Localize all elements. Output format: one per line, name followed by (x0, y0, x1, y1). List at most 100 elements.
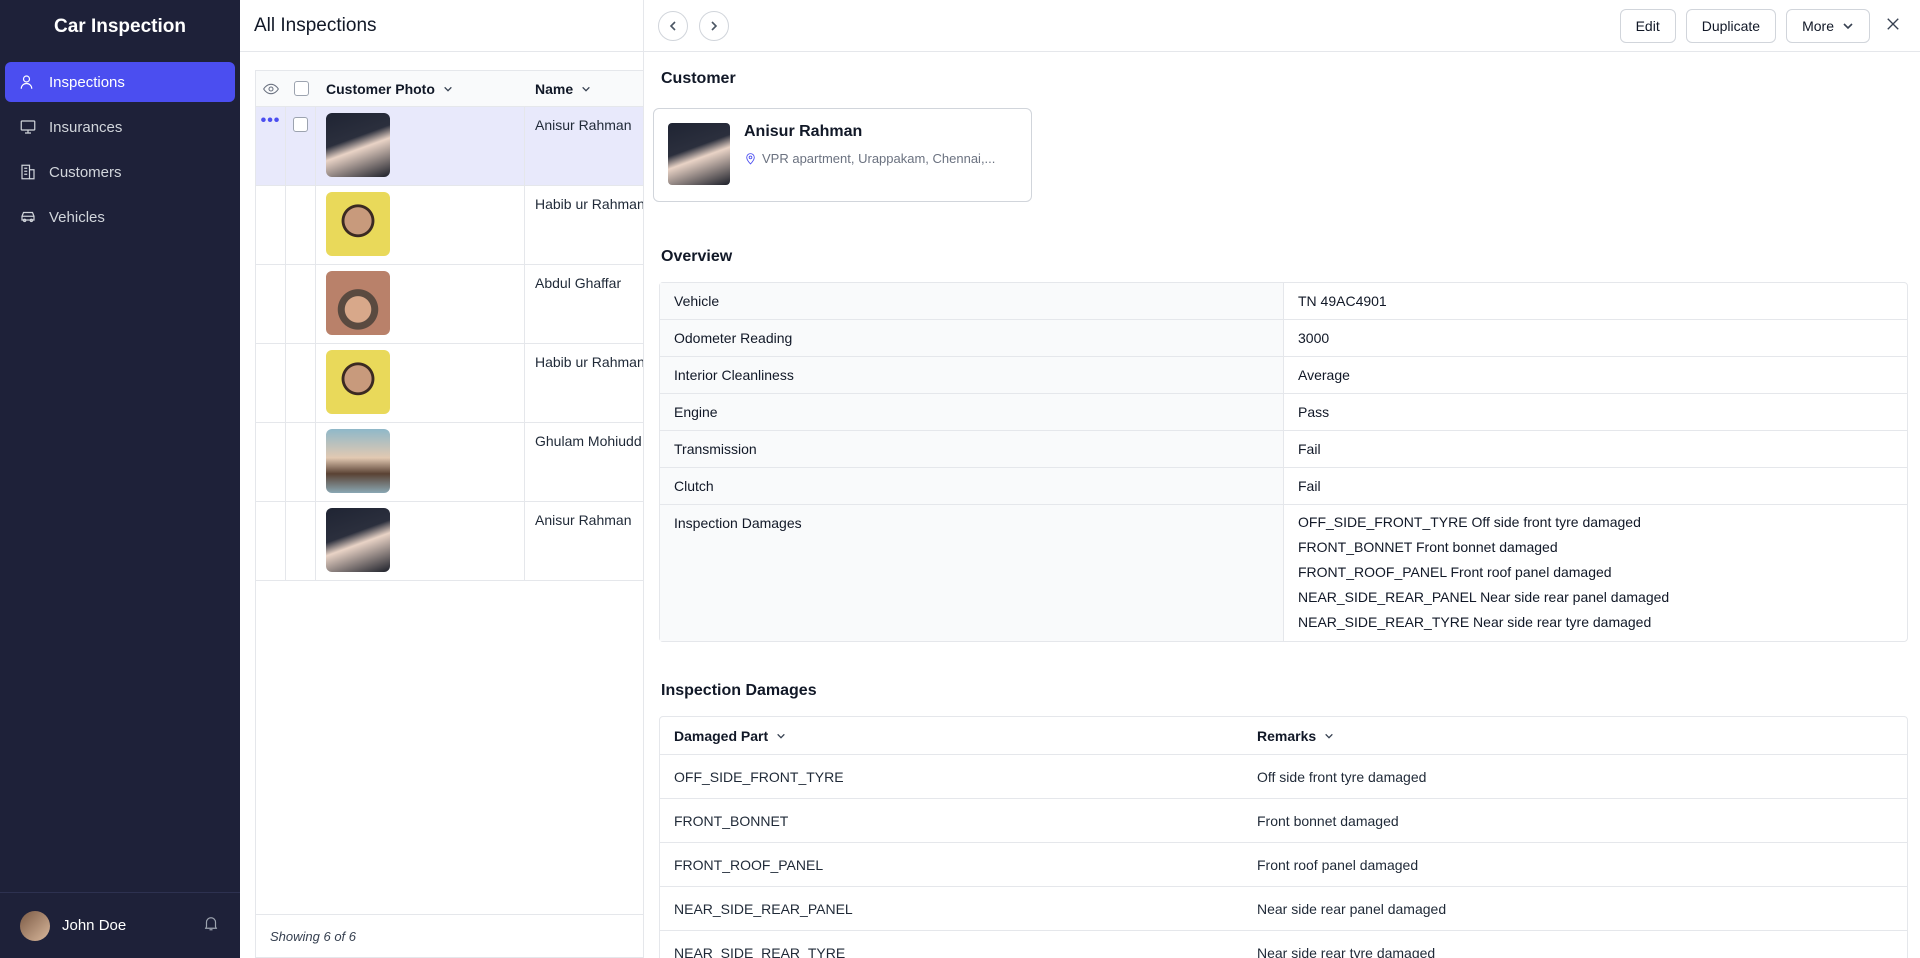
monitor-icon (20, 120, 36, 134)
edit-button-label: Edit (1635, 17, 1660, 34)
eye-icon (263, 83, 279, 94)
sidebar-item-label: Customers (49, 163, 122, 181)
overview-label: Inspection Damages (660, 505, 1284, 641)
customer-name: Anisur Rahman (744, 123, 863, 140)
chevron-left-icon (669, 20, 676, 31)
map-pin-icon (746, 153, 755, 165)
remarks-cell: Front bonnet damaged (1257, 812, 1399, 829)
damage-line: NEAR_SIDE_REAR_TYRE Near side rear tyre … (1298, 614, 1652, 630)
customer-photo (326, 192, 390, 256)
table-row[interactable]: FRONT_ROOF_PANEL Front roof panel damaged (660, 843, 1907, 887)
table-row[interactable]: Habib ur Rahman (256, 186, 644, 265)
overview-label: Vehicle (660, 283, 1284, 319)
damages-table: Damaged Part Remarks OFF_SIDE_FRONT_TYRE… (659, 716, 1908, 958)
row-actions-cell (256, 265, 286, 343)
select-all-cell (286, 81, 316, 96)
damaged-part-cell: FRONT_BONNET (674, 812, 789, 829)
customer-photo (326, 271, 390, 335)
avatar[interactable] (20, 910, 50, 941)
close-button[interactable] (1884, 15, 1906, 37)
overview-row: Vehicle TN 49AC4901 (660, 283, 1907, 320)
customer-card[interactable]: Anisur Rahman VPR apartment, Urappakam, … (653, 108, 1032, 202)
row-actions-cell (256, 186, 286, 264)
row-select-cell (286, 344, 316, 422)
table-header: Customer Photo Name (256, 71, 644, 107)
table-row[interactable]: OFF_SIDE_FRONT_TYRE Off side front tyre d… (660, 755, 1907, 799)
name-cell: Habib ur Rahman (535, 354, 644, 370)
sidebar-item-inspections[interactable]: Inspections (5, 62, 235, 102)
overview-value: TN 49AC4901 (1298, 293, 1387, 309)
sidebar-item-vehicles[interactable]: Vehicles (5, 197, 235, 237)
inspections-table: Customer Photo Name ••• Anisur Rahman Ha… (255, 70, 644, 958)
table-row[interactable]: Ghulam Mohiudd (256, 423, 644, 502)
table-row[interactable]: Anisur Rahman (256, 502, 644, 581)
column-header-remarks[interactable]: Remarks (1257, 728, 1907, 744)
column-header-damaged-part[interactable]: Damaged Part (660, 728, 1257, 744)
detail-toolbar: Edit Duplicate More (644, 0, 1920, 52)
customer-photo (326, 508, 390, 572)
chevron-down-icon (777, 733, 785, 739)
duplicate-button-label: Duplicate (1701, 17, 1761, 34)
column-header-name[interactable]: Name (525, 81, 644, 97)
overview-label: Clutch (660, 468, 1284, 504)
table-row[interactable]: ••• Anisur Rahman (256, 107, 644, 186)
damage-line: FRONT_ROOF_PANEL Front roof panel damage… (1298, 564, 1612, 580)
duplicate-button[interactable]: Duplicate (1685, 8, 1777, 43)
table-row[interactable]: NEAR_SIDE_REAR_TYRE Near side rear tyre d… (660, 931, 1907, 958)
customer-photo (326, 429, 390, 493)
remarks-cell: Near side rear tyre damaged (1257, 944, 1436, 958)
chevron-down-icon (1843, 22, 1853, 29)
overview-label: Engine (660, 394, 1284, 430)
photo-cell (316, 107, 525, 185)
row-select-cell (286, 107, 316, 185)
photo-cell (316, 186, 525, 264)
sidebar-item-label: Inspections (49, 73, 125, 91)
select-all-checkbox[interactable] (293, 81, 309, 96)
user-check-icon (20, 75, 33, 89)
sidebar-item-customers[interactable]: Customers (5, 152, 235, 192)
overview-table: Vehicle TN 49AC4901 Odometer Reading 3000 … (659, 282, 1908, 642)
customer-address-text: VPR apartment, Urappakam, Chennai,... (762, 151, 996, 166)
row-actions-cell (256, 502, 286, 580)
table-row[interactable]: Habib ur Rahman (256, 344, 644, 423)
column-header-photo[interactable]: Customer Photo (316, 81, 525, 97)
damages-table-header: Damaged Part Remarks (660, 717, 1907, 755)
name-cell: Abdul Ghaffar (535, 275, 622, 291)
overview-row: Clutch Fail (660, 468, 1907, 505)
table-row[interactable]: Abdul Ghaffar (256, 265, 644, 344)
table-row[interactable]: FRONT_BONNET Front bonnet damaged (660, 799, 1907, 843)
user-name[interactable]: John Doe (62, 917, 202, 934)
list-footer: Showing 6 of 6 (256, 914, 644, 957)
page-title: All Inspections (240, 0, 644, 52)
customer-address: VPR apartment, Urappakam, Chennai,... (744, 151, 995, 166)
damaged-part-cell: FRONT_ROOF_PANEL (674, 856, 824, 873)
customer-info: Anisur Rahman VPR apartment, Urappakam, … (744, 123, 995, 187)
damage-line: NEAR_SIDE_REAR_PANEL Near side rear pane… (1298, 589, 1670, 605)
photo-cell (316, 265, 525, 343)
car-icon (21, 211, 35, 223)
overview-row: Transmission Fail (660, 431, 1907, 468)
sidebar-item-insurances[interactable]: Insurances (5, 107, 235, 147)
damaged-part-cell: NEAR_SIDE_REAR_PANEL (674, 900, 853, 917)
column-visibility-button[interactable] (256, 81, 286, 97)
damage-line: OFF_SIDE_FRONT_TYRE Off side front tyre … (1298, 514, 1641, 530)
column-header-label: Customer Photo (326, 80, 435, 97)
edit-button[interactable]: Edit (1619, 8, 1676, 43)
more-horizontal-icon[interactable]: ••• (261, 113, 281, 129)
row-select-cell (286, 502, 316, 580)
table-row[interactable]: NEAR_SIDE_REAR_PANEL Near side rear panel… (660, 887, 1907, 931)
overview-value: Average (1298, 367, 1350, 383)
next-button[interactable] (699, 10, 729, 41)
name-cell: Anisur Rahman (535, 117, 632, 133)
previous-button[interactable] (658, 10, 688, 41)
more-button-label: More (1802, 17, 1834, 34)
more-button[interactable]: More (1786, 8, 1870, 43)
bell-icon (204, 917, 218, 931)
inspections-list-panel: All Inspections Customer Photo Name ••• … (240, 0, 644, 958)
remarks-cell: Near side rear panel damaged (1257, 900, 1447, 917)
name-cell: Anisur Rahman (535, 512, 632, 528)
notifications-button[interactable] (202, 914, 220, 937)
row-checkbox[interactable] (293, 117, 308, 132)
damages-section-title: Inspection Damages (661, 682, 817, 699)
sidebar-nav: Inspections Insurances Customers Vehicle… (0, 54, 240, 250)
